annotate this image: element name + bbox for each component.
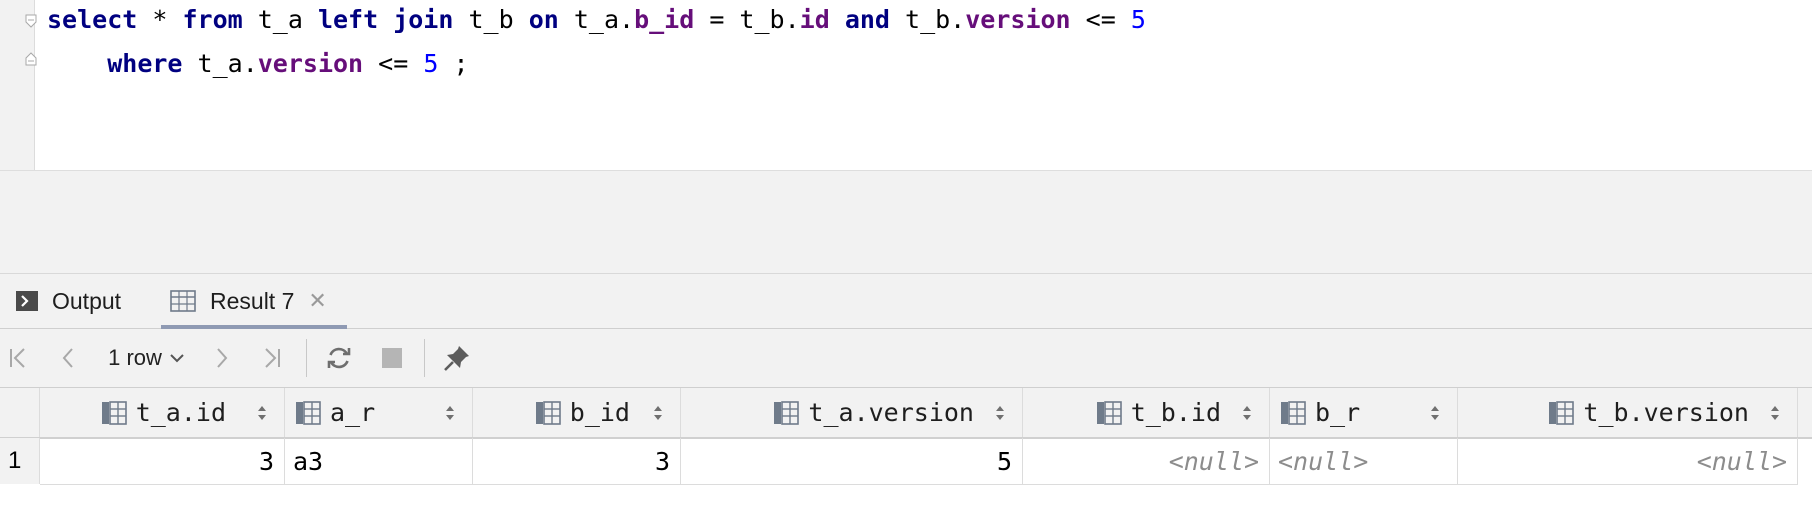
- cell-t_b-id[interactable]: <null>: [1023, 438, 1270, 484]
- sort-icon[interactable]: [256, 404, 268, 426]
- sql-editor[interactable]: select * from t_a left join t_b on t_a.b…: [0, 0, 1812, 170]
- field-name: id: [799, 5, 830, 34]
- toolbar-separator: [424, 339, 425, 377]
- row-count-dropdown[interactable]: 1 row: [104, 329, 188, 387]
- column-icon: [1096, 400, 1122, 425]
- sort-icon[interactable]: [1241, 404, 1253, 426]
- cell-a_r[interactable]: a3: [285, 438, 473, 484]
- toolbar-separator: [306, 339, 307, 377]
- cell-t_a-id[interactable]: 3: [40, 438, 285, 484]
- field-name: version: [257, 49, 364, 78]
- keyword: on: [528, 5, 559, 34]
- column-header-b_id[interactable]: b_id: [473, 388, 681, 437]
- results-tab-bar: Output Result 7 ✕: [0, 274, 1812, 329]
- next-page-icon[interactable]: [208, 329, 236, 387]
- sort-icon[interactable]: [1429, 404, 1441, 426]
- close-icon[interactable]: ✕: [308, 288, 326, 314]
- grid-header: t_a.id a_r b_id t_a.version t_b.id b_r t…: [0, 388, 1812, 439]
- table-icon: [170, 290, 196, 312]
- column-header-t_b-version[interactable]: t_b.version: [1458, 388, 1798, 437]
- row-number[interactable]: 1: [0, 438, 40, 484]
- number-literal: 5: [423, 49, 439, 78]
- stop-icon[interactable]: [378, 329, 406, 387]
- last-page-icon[interactable]: [258, 329, 286, 387]
- code-text: = t_b.: [694, 5, 800, 34]
- cell-b_r[interactable]: <null>: [1270, 438, 1458, 484]
- code-text: <=: [363, 49, 424, 78]
- keyword: select: [47, 5, 138, 34]
- field-name: version: [965, 5, 1071, 34]
- column-icon: [295, 400, 321, 425]
- column-icon: [1548, 400, 1575, 425]
- column-icon: [535, 400, 561, 425]
- column-name: t_b.version: [1583, 398, 1749, 427]
- code-text: <=: [1070, 5, 1131, 34]
- sort-icon[interactable]: [444, 404, 456, 426]
- sort-icon[interactable]: [652, 404, 664, 426]
- code-text: t_a.: [558, 5, 635, 34]
- chevron-down-icon: [170, 353, 184, 363]
- field-name: b_id: [634, 5, 695, 34]
- fold-end-icon[interactable]: [25, 52, 37, 66]
- tab-output[interactable]: Output: [16, 274, 121, 328]
- column-name: b_id: [569, 398, 630, 427]
- table-row[interactable]: 3 a3 3 5 <null> <null> <null>: [40, 438, 1798, 485]
- code-text: *: [137, 5, 183, 34]
- first-page-icon[interactable]: [4, 329, 32, 387]
- sort-icon[interactable]: [994, 404, 1006, 426]
- cell-t_b-version[interactable]: <null>: [1458, 438, 1798, 484]
- column-header-a_r[interactable]: a_r: [285, 388, 473, 437]
- code-text: t_b: [453, 5, 529, 34]
- column-icon: [773, 400, 800, 425]
- column-name: a_r: [330, 398, 376, 427]
- cell-t_a-version[interactable]: 5: [681, 438, 1023, 484]
- keyword: left join: [317, 5, 454, 34]
- panel-separator: [0, 219, 1812, 274]
- code-line-1[interactable]: select * from t_a left join t_b on t_a.b…: [47, 0, 1146, 42]
- refresh-icon[interactable]: [324, 329, 354, 387]
- column-name: t_a.id: [135, 398, 226, 427]
- code-text: t_b.: [889, 5, 966, 34]
- column-header-t_a-id[interactable]: t_a.id: [40, 388, 285, 437]
- sort-icon[interactable]: [1769, 404, 1781, 426]
- code-text: t_a.: [182, 49, 258, 78]
- column-header-t_a-version[interactable]: t_a.version: [681, 388, 1023, 437]
- row-count: 1 row: [108, 345, 162, 370]
- pin-icon[interactable]: [442, 329, 472, 387]
- keyword: from: [182, 5, 243, 34]
- keyword: where: [107, 49, 183, 78]
- editor-status-band: [0, 170, 1812, 220]
- code-text: ;: [438, 49, 469, 78]
- console-icon: [16, 291, 38, 311]
- column-header-b_r[interactable]: b_r: [1270, 388, 1458, 437]
- tab-label: Output: [52, 287, 122, 314]
- column-icon: [101, 400, 127, 425]
- column-name: t_b.id: [1130, 398, 1221, 427]
- column-name: b_r: [1315, 398, 1361, 427]
- fold-start-icon[interactable]: [25, 14, 37, 28]
- previous-page-icon[interactable]: [54, 329, 82, 387]
- code-text: t_a: [242, 5, 318, 34]
- tab-result-7[interactable]: Result 7 ✕: [170, 274, 327, 328]
- column-name: t_a.version: [808, 398, 974, 427]
- column-header-t_b-id[interactable]: t_b.id: [1023, 388, 1270, 437]
- code-line-2[interactable]: where t_a.version <= 5 ;: [47, 42, 469, 86]
- tab-label: Result 7: [210, 287, 295, 314]
- keyword: and: [844, 5, 890, 34]
- results-grid[interactable]: t_a.id a_r b_id t_a.version t_b.id b_r t…: [0, 388, 1812, 507]
- results-toolbar: 1 row: [0, 329, 1812, 388]
- number-literal: 5: [1130, 5, 1146, 34]
- cell-b_id[interactable]: 3: [473, 438, 681, 484]
- row-number-header: [0, 388, 40, 437]
- column-icon: [1280, 400, 1306, 425]
